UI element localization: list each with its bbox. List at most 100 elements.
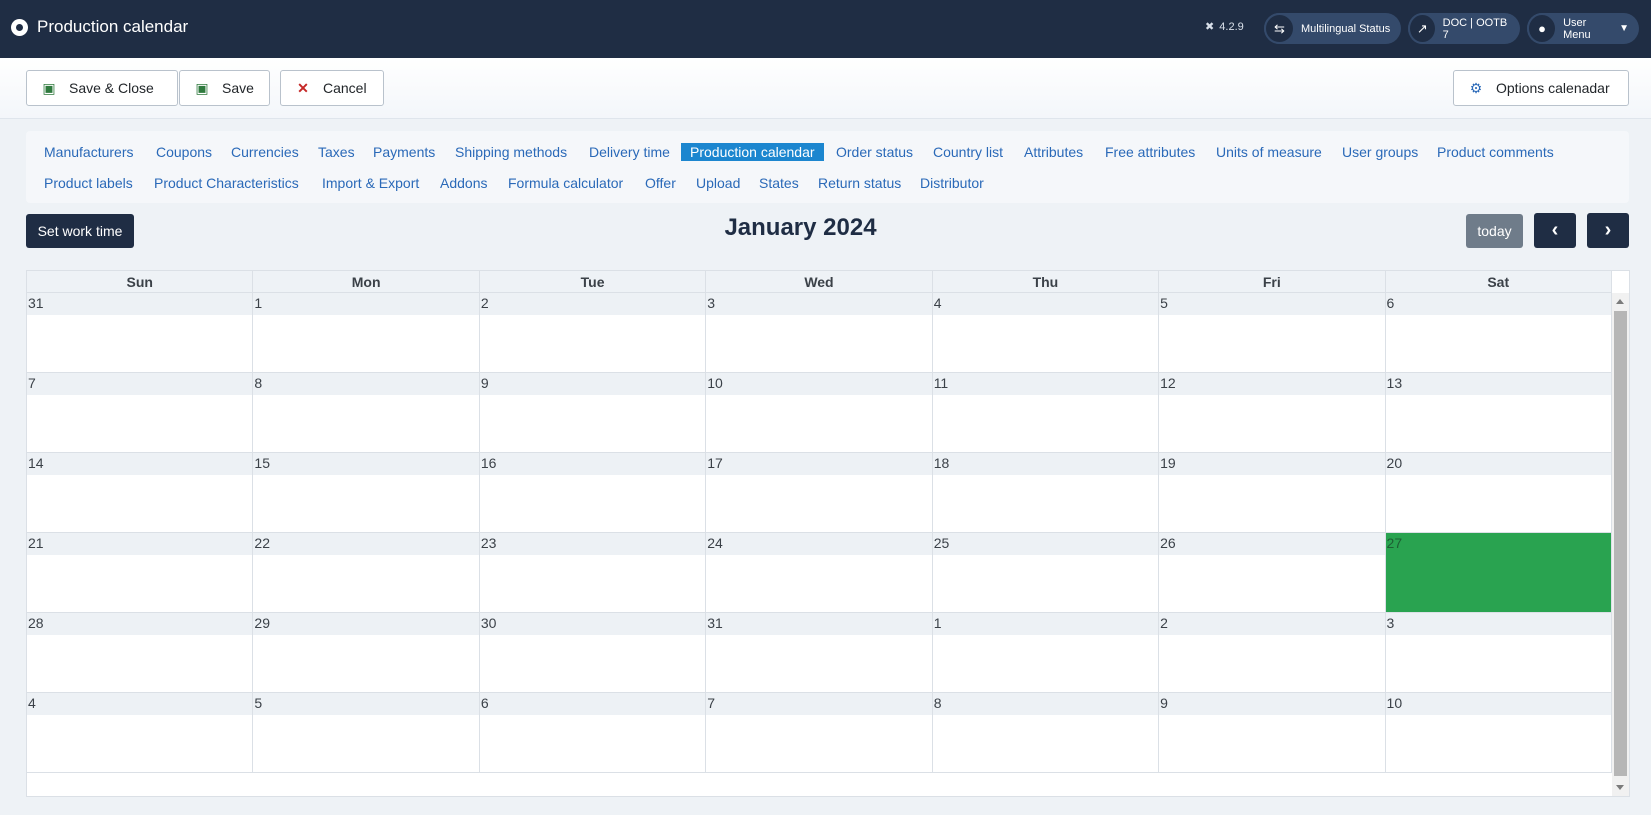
user-menu-button[interactable]: ● User Menu ▼ (1527, 13, 1639, 44)
submenu-item-delivery-time[interactable]: Delivery time (589, 144, 670, 160)
submenu-item-user-groups[interactable]: User groups (1342, 144, 1418, 160)
submenu-item-return-status[interactable]: Return status (818, 175, 901, 191)
save-button[interactable]: ▣ Save (179, 70, 270, 106)
cancel-button[interactable]: ✕ Cancel (280, 70, 384, 106)
day-number: 23 (480, 535, 497, 551)
doc-link-button[interactable]: ↗ DOC | OOTB 7 (1408, 13, 1520, 44)
calendar-day-cell[interactable]: 5 (253, 693, 480, 773)
weekday-sat: Sat (1386, 271, 1612, 292)
submenu-item-product-characteristics[interactable]: Product Characteristics (154, 175, 299, 191)
submenu-item-manufacturers[interactable]: Manufacturers (44, 144, 133, 160)
submenu-item-attributes[interactable]: Attributes (1024, 144, 1083, 160)
calendar-day-cell[interactable]: 30 (479, 613, 707, 693)
calendar-day-cell[interactable]: 9 (479, 373, 707, 453)
calendar-day-cell[interactable]: 20 (1385, 453, 1612, 533)
submenu-item-coupons[interactable]: Coupons (156, 144, 212, 160)
joomla-logo-icon[interactable] (11, 19, 28, 36)
weekday-thu: Thu (933, 271, 1160, 292)
submenu-item-payments[interactable]: Payments (373, 144, 435, 160)
previous-month-button[interactable]: ‹ (1534, 213, 1576, 248)
submenu-item-country-list[interactable]: Country list (933, 144, 1003, 160)
calendar-day-cell[interactable]: 12 (1159, 373, 1386, 453)
calendar-day-cell[interactable]: 25 (932, 533, 1160, 613)
calendar-day-cell[interactable]: 22 (253, 533, 480, 613)
calendar-day-cell[interactable]: 8 (253, 373, 480, 453)
calendar-day-cell[interactable]: 28 (27, 613, 254, 693)
calendar-day-cell[interactable]: 19 (1159, 453, 1386, 533)
calendar-day-cell[interactable]: 13 (1385, 373, 1612, 453)
user-icon: ● (1527, 13, 1558, 44)
save-close-button[interactable]: ▣ Save & Close (26, 70, 178, 106)
submenu-item-currencies[interactable]: Currencies (231, 144, 299, 160)
calendar-day-cell[interactable]: 16 (479, 453, 707, 533)
day-header-band (27, 373, 253, 395)
scroll-up-arrow-icon[interactable] (1616, 299, 1624, 304)
calendar-day-cell[interactable]: 10 (706, 373, 933, 453)
calendar-day-cell[interactable]: 9 (1159, 693, 1386, 773)
calendar-day-cell[interactable]: 31 (27, 293, 254, 373)
submenu-item-states[interactable]: States (759, 175, 799, 191)
submenu-item-formula-calculator[interactable]: Formula calculator (508, 175, 623, 191)
app-header: Production calendar ✖ 4.2.9 ⇆ Multilingu… (0, 0, 1651, 58)
calendar-day-cell[interactable]: 26 (1159, 533, 1386, 613)
calendar-day-cell[interactable]: 23 (479, 533, 707, 613)
calendar-day-cell[interactable]: 2 (479, 293, 707, 373)
submenu-item-units-of-measure[interactable]: Units of measure (1216, 144, 1322, 160)
multilingual-status-button[interactable]: ⇆ Multilingual Status (1264, 13, 1401, 44)
submenu-item-upload[interactable]: Upload (696, 175, 740, 191)
submenu-item-import-export[interactable]: Import & Export (322, 175, 419, 191)
calendar-scrollbar[interactable] (1612, 293, 1629, 796)
scroll-down-arrow-icon[interactable] (1616, 785, 1624, 790)
calendar-day-cell[interactable]: 1 (253, 293, 480, 373)
calendar-day-cell[interactable]: 6 (479, 693, 707, 773)
day-header-band (479, 533, 706, 555)
calendar-day-cell[interactable]: 5 (1159, 293, 1386, 373)
submenu-item-shipping-methods[interactable]: Shipping methods (455, 144, 567, 160)
calendar-day-cell[interactable]: 31 (706, 613, 933, 693)
day-number: 24 (707, 535, 723, 551)
submenu-item-taxes[interactable]: Taxes (318, 144, 355, 160)
day-header-band (1159, 373, 1385, 395)
calendar-day-cell[interactable]: 1 (932, 613, 1160, 693)
options-calendar-button[interactable]: ⚙ Options calenadar (1453, 70, 1629, 106)
calendar-day-cell[interactable]: 18 (932, 453, 1160, 533)
today-button[interactable]: today (1466, 214, 1523, 248)
calendar-week-row: 4 5 6 7 8 9 10 (27, 693, 1612, 773)
submenu-item-production-calendar[interactable]: Production calendar (681, 143, 824, 161)
version-number: 4.2.9 (1219, 21, 1244, 33)
calendar-day-cell[interactable]: 2 (1159, 613, 1386, 693)
day-number: 18 (933, 455, 950, 471)
submenu-item-free-attributes[interactable]: Free attributes (1105, 144, 1195, 160)
calendar-day-cell[interactable]: 6 (1385, 293, 1612, 373)
calendar-day-cell[interactable]: 3 (706, 293, 933, 373)
joomla-mark-icon: ✖ (1205, 21, 1215, 33)
day-header-band (932, 373, 1159, 395)
day-number: 5 (254, 695, 263, 711)
calendar-body: 31 1 2 3 4 5 6 7 8 9 10 11 12 13 14 15 16 17 18 19 20 21 22 23 2… (27, 293, 1612, 796)
close-icon: ✕ (297, 79, 309, 96)
calendar-day-cell[interactable]: 7 (27, 373, 254, 453)
calendar-day-cell[interactable]: 15 (253, 453, 480, 533)
calendar-day-cell[interactable]: 24 (706, 533, 933, 613)
submenu-item-product-labels[interactable]: Product labels (44, 175, 133, 191)
calendar-day-cell[interactable]: 14 (27, 453, 254, 533)
calendar-day-cell[interactable]: 10 (1385, 693, 1612, 773)
day-header-band (932, 613, 1159, 635)
calendar-day-cell[interactable]: 8 (932, 693, 1160, 773)
submenu-item-offer[interactable]: Offer (645, 175, 676, 191)
calendar-day-cell[interactable]: 4 (932, 293, 1160, 373)
calendar-day-cell[interactable]: 4 (27, 693, 254, 773)
submenu-item-product-comments[interactable]: Product comments (1437, 144, 1554, 160)
submenu-item-distributor[interactable]: Distributor (920, 175, 984, 191)
calendar-day-cell[interactable]: 3 (1385, 613, 1612, 693)
submenu-item-order-status[interactable]: Order status (836, 144, 913, 160)
next-month-button[interactable]: › (1587, 213, 1629, 248)
scrollbar-thumb[interactable] (1614, 311, 1627, 776)
calendar-day-cell[interactable]: 27 (1385, 533, 1612, 613)
calendar-day-cell[interactable]: 29 (253, 613, 480, 693)
calendar-day-cell[interactable]: 7 (706, 693, 933, 773)
calendar-day-cell[interactable]: 21 (27, 533, 254, 613)
submenu-item-addons[interactable]: Addons (440, 175, 487, 191)
calendar-day-cell[interactable]: 17 (706, 453, 933, 533)
calendar-day-cell[interactable]: 11 (932, 373, 1160, 453)
